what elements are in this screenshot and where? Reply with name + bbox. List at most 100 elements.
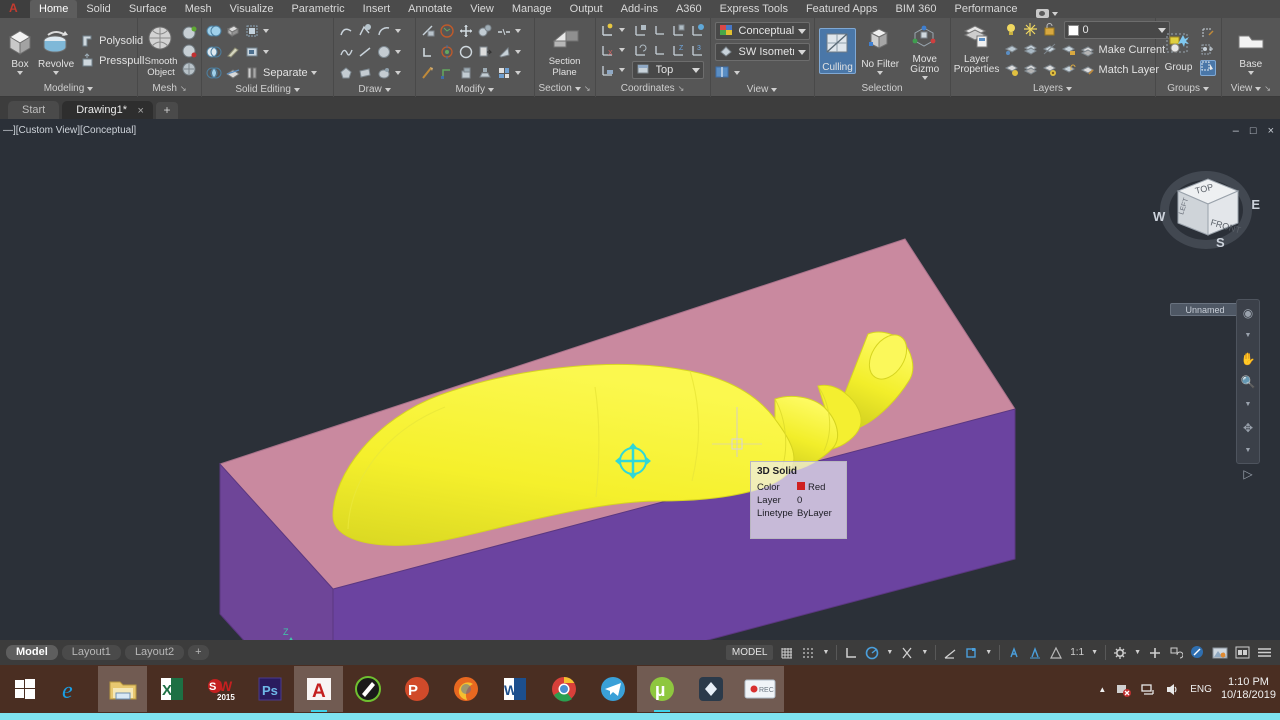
compass-s[interactable]: S <box>1216 235 1225 250</box>
smooth-more-icon[interactable] <box>181 25 197 41</box>
ucs-3point-icon[interactable] <box>652 22 668 38</box>
close-icon[interactable]: × <box>138 102 144 120</box>
volume-icon[interactable] <box>1165 682 1181 697</box>
group-edit-icon[interactable] <box>1200 43 1216 59</box>
imprint-icon[interactable] <box>244 23 260 39</box>
menu-tab-add-ins[interactable]: Add-ins <box>612 0 667 18</box>
layout-tab-model[interactable]: Model <box>6 645 58 660</box>
intersect-icon[interactable] <box>206 65 222 81</box>
menu-tab-solid[interactable]: Solid <box>77 0 119 18</box>
tab-drawing1[interactable]: Drawing1* × <box>62 101 153 119</box>
union-icon[interactable] <box>206 23 222 39</box>
ucs-z-axis-icon[interactable]: 3 <box>690 42 706 58</box>
section-plane-button[interactable]: Section Plane <box>539 23 591 78</box>
viewpoint-combo[interactable]: SW Isometric <box>714 43 810 61</box>
taskbar-powerpoint[interactable]: P <box>392 666 441 712</box>
3darray-icon[interactable] <box>420 44 436 60</box>
layer-new-icon[interactable] <box>1004 62 1020 78</box>
compass-w[interactable]: W <box>1153 209 1165 224</box>
taskbar-utorrent[interactable]: µ <box>637 666 686 712</box>
autoscale-icon[interactable] <box>1028 646 1042 660</box>
smooth-object-button[interactable]: Smooth Object <box>142 23 180 78</box>
ucs-x-icon[interactable]: X <box>600 42 616 58</box>
taskbar-autocad[interactable]: A <box>294 666 343 712</box>
shell-icon[interactable] <box>477 65 493 81</box>
chevron-down-icon[interactable] <box>618 48 625 52</box>
mesh-refine-icon[interactable] <box>181 61 197 77</box>
taskbar-word[interactable]: W <box>490 666 539 712</box>
compass-e[interactable]: E <box>1251 197 1260 212</box>
chevron-down-icon[interactable]: ▼ <box>921 649 928 656</box>
showmotion-icon[interactable]: ▷ <box>1239 466 1257 482</box>
menu-tab-insert[interactable]: Insert <box>354 0 400 18</box>
isolate-objects-icon[interactable] <box>1169 646 1183 660</box>
chevron-down-icon[interactable] <box>574 87 581 91</box>
taskbar-internet-explorer[interactable]: e <box>49 666 98 712</box>
chevron-down-icon[interactable] <box>395 50 402 54</box>
visual-style-combo[interactable]: Conceptual <box>714 22 810 40</box>
ucs-icon[interactable] <box>964 646 978 660</box>
layer-unisolate-icon[interactable] <box>1023 42 1039 58</box>
drawing-canvas[interactable]: —][Custom View][Conceptual] – □ × Z 3D S… <box>0 119 1280 640</box>
model-space-button[interactable]: MODEL <box>725 645 774 660</box>
smooth-less-icon[interactable] <box>181 43 197 59</box>
clean-icon[interactable] <box>225 44 241 60</box>
menu-tab-output[interactable]: Output <box>561 0 612 18</box>
chevron-down-icon[interactable]: ▼ <box>1239 328 1257 344</box>
move-icon[interactable] <box>458 23 474 39</box>
viewport-config-icon[interactable] <box>715 65 731 81</box>
chevron-down-icon[interactable] <box>771 88 778 92</box>
taskbar-telegram[interactable] <box>588 666 637 712</box>
extract-edges-icon[interactable] <box>420 65 436 81</box>
taskbar-file-explorer[interactable] <box>98 666 147 712</box>
no-filter-button[interactable]: No Filter <box>858 26 901 75</box>
antivirus-icon[interactable] <box>1115 682 1132 697</box>
polygon-icon[interactable] <box>338 65 354 81</box>
clean-screen-icon[interactable] <box>1235 646 1250 659</box>
ortho-mode-icon[interactable] <box>844 646 858 660</box>
arc-icon[interactable] <box>376 23 392 39</box>
offset-edge-icon[interactable] <box>439 65 455 81</box>
menu-tab-surface[interactable]: Surface <box>120 0 176 18</box>
extrude-face-icon[interactable] <box>458 65 474 81</box>
chevron-down-icon[interactable] <box>395 29 402 33</box>
annotation-visibility-icon[interactable] <box>1007 646 1021 660</box>
3drotate-icon[interactable] <box>439 23 455 39</box>
base-button[interactable]: Base <box>1228 26 1274 75</box>
layout-tab-layout1[interactable]: Layout1 <box>61 645 121 660</box>
layer-combo[interactable]: 0 <box>1063 21 1170 39</box>
region-icon[interactable] <box>376 65 392 81</box>
spline-icon[interactable] <box>338 44 354 60</box>
taskbar-app-diamond[interactable] <box>686 666 735 712</box>
group-selection-on-icon[interactable] <box>1199 59 1216 76</box>
object-snap-tracking-icon[interactable] <box>943 646 957 660</box>
taskbar-firefox[interactable] <box>441 666 490 712</box>
menu-tab-parametric[interactable]: Parametric <box>282 0 353 18</box>
chevron-down-icon[interactable] <box>487 88 494 92</box>
chevron-down-icon[interactable]: ▼ <box>1091 649 1098 656</box>
ucs-icon[interactable] <box>600 22 616 38</box>
grid-display-icon[interactable] <box>780 646 794 660</box>
menu-tab-a360[interactable]: A360 <box>667 0 711 18</box>
layer-lock-icon[interactable] <box>1042 22 1058 38</box>
polyline-icon[interactable] <box>338 23 354 39</box>
chevron-down-icon[interactable]: ▼ <box>822 649 829 656</box>
polar-tracking-icon[interactable] <box>865 646 879 660</box>
taskbar-screen-recorder[interactable]: REC <box>735 666 784 712</box>
customization-icon[interactable] <box>1257 646 1272 659</box>
3dmove-icon[interactable] <box>420 23 436 39</box>
chevron-down-icon[interactable]: ▼ <box>1239 443 1257 459</box>
layer-merge-icon[interactable] <box>1023 62 1039 78</box>
ucs-face-icon[interactable] <box>633 22 649 38</box>
menu-tab-home[interactable]: Home <box>30 0 78 18</box>
extrude-faces-icon[interactable] <box>225 23 241 39</box>
ucs-z-icon[interactable]: Z <box>671 42 687 58</box>
taskbar-photoshop[interactable]: Ps <box>245 666 294 712</box>
graphics-performance-icon[interactable] <box>1212 646 1228 660</box>
share-view-button[interactable] <box>1036 9 1059 18</box>
3dalign-icon[interactable] <box>477 23 493 39</box>
subtract-icon[interactable] <box>206 44 222 60</box>
application-menu-button[interactable] <box>0 0 30 18</box>
line-icon[interactable] <box>357 44 373 60</box>
ucs-origin-icon[interactable] <box>652 42 668 58</box>
